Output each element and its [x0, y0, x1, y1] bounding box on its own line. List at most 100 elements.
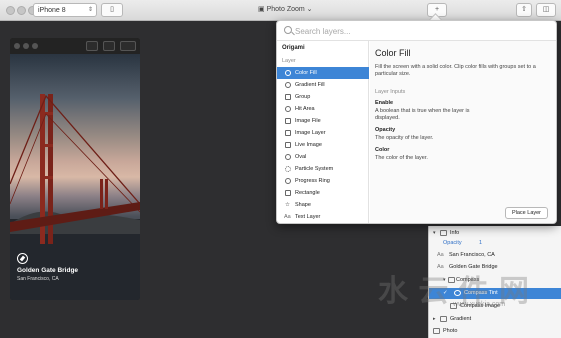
viewer-minimize-button[interactable]	[23, 43, 29, 49]
list-item-live-image[interactable]: Live Image	[277, 139, 369, 151]
rectangle-icon	[285, 190, 291, 196]
text-layer-icon: Aa	[284, 214, 291, 220]
document-icon: ▣	[258, 6, 265, 13]
list-item-hit-area[interactable]: Hit Area	[277, 103, 369, 115]
viewer-close-button[interactable]	[14, 43, 20, 49]
list-item-particle-system[interactable]: Particle System	[277, 163, 369, 175]
image-layer-icon	[285, 130, 291, 136]
layer-row-text[interactable]: Aa San Francisco, CA	[429, 250, 561, 261]
photo-caption: Golden Gate Bridge San Francisco, CA	[17, 267, 78, 282]
close-window-button[interactable]	[6, 6, 15, 15]
minimize-window-button[interactable]	[17, 6, 26, 15]
bridge-illustration	[10, 94, 140, 300]
list-item-image-file[interactable]: Image File	[277, 115, 369, 127]
group-icon	[440, 316, 447, 322]
list-item-progress-ring[interactable]: Progress Ring	[277, 175, 369, 187]
layer-property-opacity[interactable]: Opacity 1	[429, 238, 561, 249]
list-item-label: Text Layer	[295, 214, 321, 220]
list-item-label: Particle System	[295, 166, 334, 172]
group-icon	[440, 230, 447, 236]
gradient-fill-icon	[285, 82, 291, 88]
chevron-updown-icon: ⇕	[87, 7, 93, 13]
input-desc-color: The color of the layer.	[375, 155, 428, 161]
share-icon: ⇧	[521, 6, 527, 13]
viewer-toolbar	[10, 38, 140, 54]
device-select-value: iPhone 8	[38, 7, 66, 14]
viewer-device-button[interactable]	[86, 41, 98, 51]
device-select[interactable]: iPhone 8 ⇕	[33, 3, 97, 17]
image-file-icon	[285, 118, 291, 124]
portrait-button[interactable]: ▯	[101, 3, 123, 17]
list-item-shape[interactable]: ☆ Shape	[277, 199, 369, 211]
input-desc-opacity: The opacity of the layer.	[375, 135, 434, 141]
photo-title: Golden Gate Bridge	[17, 267, 79, 274]
input-name-opacity: Opacity	[375, 127, 396, 133]
document-title-text: Photo Zoom	[266, 6, 305, 13]
list-item-label: Oval	[295, 154, 307, 160]
chevron-down-icon: ⌄	[306, 6, 313, 13]
property-value[interactable]: 1	[479, 238, 482, 249]
photo-subtitle: San Francisco, CA	[17, 276, 59, 282]
group-icon	[285, 94, 291, 100]
list-heading: Origami	[282, 45, 305, 51]
document-title[interactable]: ▣ Photo Zoom ⌄	[258, 5, 313, 13]
title-bar: iPhone 8 ⇕ ▯ ▣ Photo Zoom ⌄ + ⇧ ◫	[0, 0, 561, 21]
device-portrait-icon: ▯	[110, 6, 114, 13]
list-item-oval[interactable]: Oval	[277, 151, 369, 163]
text-layer-icon: Aa	[437, 252, 444, 258]
search-icon	[284, 26, 292, 34]
particle-system-icon	[285, 166, 291, 172]
viewer-capture-button[interactable]	[103, 41, 115, 51]
hit-area-icon	[285, 106, 291, 112]
color-fill-icon	[285, 70, 291, 76]
layer-label: Photo	[443, 328, 458, 334]
watermark-url: www.xuekia.com	[453, 301, 506, 308]
list-item-label: Shape	[295, 202, 311, 208]
progress-ring-icon	[285, 178, 291, 184]
list-item-text-layer[interactable]: Aa Text Layer	[277, 211, 369, 223]
share-button[interactable]: ⇧	[516, 3, 532, 17]
layer-label: San Francisco, CA	[449, 252, 495, 258]
golden-gate-photo[interactable]: Golden Gate Bridge San Francisco, CA	[10, 54, 140, 300]
list-section-label: Layer	[282, 58, 296, 64]
search-bar	[277, 21, 556, 41]
layer-row-photo[interactable]: Photo	[429, 326, 561, 337]
sidebar-icon: ◫	[542, 6, 550, 13]
list-item-label: Image Layer	[295, 130, 326, 136]
detail-description: Fill the screen with a solid color. Clip…	[375, 64, 536, 77]
list-item-label: Group	[295, 94, 311, 100]
compass-icon[interactable]	[17, 253, 28, 264]
list-item-gradient-fill[interactable]: Gradient Fill	[277, 79, 369, 91]
live-image-icon	[285, 142, 291, 148]
layer-row-gradient[interactable]: ▸ Gradient	[429, 314, 561, 325]
image-layer-icon	[433, 328, 440, 334]
layer-label: Gradient	[450, 316, 472, 322]
prototype-viewer: Golden Gate Bridge San Francisco, CA	[10, 38, 140, 300]
viewer-zoom-button[interactable]	[32, 43, 38, 49]
search-input[interactable]	[295, 25, 545, 37]
list-item-label: Image File	[295, 118, 321, 124]
layer-detail-pane: Color Fill Fill the screen with a solid …	[370, 41, 556, 223]
list-item-label: Live Image	[295, 142, 322, 148]
plus-icon: +	[434, 6, 440, 13]
list-item-group[interactable]: Group	[277, 91, 369, 103]
viewer-options-button[interactable]	[120, 41, 136, 51]
input-name-color: Color	[375, 147, 390, 153]
list-item-rectangle[interactable]: Rectangle	[277, 187, 369, 199]
list-item-color-fill[interactable]: Color Fill	[277, 67, 369, 79]
oval-icon	[285, 154, 291, 160]
list-item-image-layer[interactable]: Image Layer	[277, 127, 369, 139]
insert-layer-popover: Origami Layer Color Fill Gradient Fill G…	[276, 20, 557, 224]
disclosure-triangle-icon[interactable]: ▸	[433, 314, 436, 325]
view-options-button[interactable]: ◫	[536, 3, 556, 17]
list-item-label: Rectangle	[295, 190, 320, 196]
layer-type-list: Origami Layer Color Fill Gradient Fill G…	[277, 41, 369, 223]
place-layer-button[interactable]: Place Layer	[505, 207, 548, 219]
inputs-heading: Layer Inputs	[375, 89, 406, 95]
list-item-label: Color Fill	[295, 70, 317, 76]
list-item-label: Hit Area	[295, 106, 315, 112]
list-item-label: Gradient Fill	[295, 82, 325, 88]
list-item-label: Progress Ring	[295, 178, 330, 184]
input-desc-enable: A boolean that is true when the layer is…	[375, 108, 470, 121]
detail-title: Color Fill	[375, 48, 411, 58]
